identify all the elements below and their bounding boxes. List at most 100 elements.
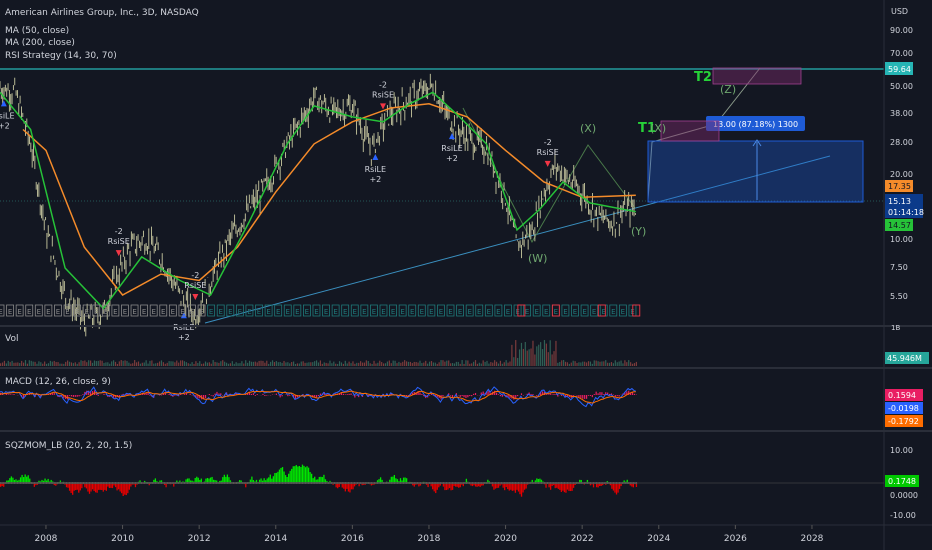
sqzmom-squeeze-dot	[102, 482, 104, 484]
sqzmom-squeeze-dot	[390, 482, 392, 484]
earnings-glyph: E	[257, 308, 261, 316]
sqzmom-squeeze-dot	[500, 482, 503, 484]
sqzmom-squeeze-dot	[549, 482, 552, 484]
earnings-glyph: E	[161, 308, 165, 316]
buy-signal-name: RsiLE	[173, 323, 194, 332]
volume-bar	[499, 360, 502, 366]
earnings-glyph: E	[448, 308, 452, 316]
sqzmom-bar	[269, 474, 271, 483]
volume-bar	[294, 363, 297, 366]
sqzmom-squeeze-dot	[84, 482, 86, 484]
sqzmom-squeeze-dot	[231, 482, 233, 484]
sqzmom-squeeze-dot	[122, 482, 124, 484]
sqzmom-squeeze-dot	[530, 482, 532, 484]
volume-bar	[518, 349, 521, 366]
sqzmom-squeeze-dot	[580, 482, 582, 484]
volume-bar	[220, 361, 222, 366]
volume-bar	[360, 361, 362, 366]
sqzmom-squeeze-dot	[206, 482, 209, 484]
sqzmom-squeeze-dot	[298, 482, 301, 484]
volume-bar	[99, 360, 101, 366]
sqzmom-squeeze-dot	[176, 482, 178, 484]
wave-zigzag[interactable]	[462, 107, 636, 244]
sqzmom-bar	[76, 483, 78, 490]
volume-bar	[630, 362, 632, 366]
sqzmom-squeeze-dot	[130, 482, 132, 484]
t2-box[interactable]	[712, 67, 802, 85]
volume-bar	[158, 361, 161, 366]
sqzmom-squeeze-dot	[482, 482, 484, 484]
sqzmom-squeeze-dot	[338, 482, 340, 484]
volume-bar	[618, 361, 620, 366]
volume-bar	[333, 361, 335, 366]
sqzmom-squeeze-dot	[91, 482, 94, 484]
volume-bar	[541, 349, 544, 366]
ma200-legend: MA (200, close)	[5, 38, 75, 48]
volume-bar	[264, 362, 266, 366]
volume-bar	[155, 363, 157, 366]
macd-histogram-bar	[561, 395, 563, 397]
sqzmom-bar	[565, 483, 567, 493]
volume-bar	[193, 363, 195, 366]
sqzmom-squeeze-dot	[569, 482, 572, 484]
buy-signal-arrow	[0, 100, 7, 107]
sqzmom-squeeze-dot	[576, 482, 578, 484]
sqzmom-squeeze-dot	[127, 482, 129, 484]
t1-box[interactable]	[660, 120, 720, 142]
volume-bar	[457, 361, 459, 366]
volume-bar	[170, 361, 172, 366]
sqzmom-bar	[93, 483, 95, 492]
volume-bar	[72, 363, 74, 366]
ma50-line[interactable]	[0, 91, 636, 310]
ma200-line[interactable]	[22, 103, 636, 296]
volume-bar	[298, 363, 300, 366]
measure-label: 13.00 (87.18%) 1300	[713, 120, 798, 129]
volume-bar	[145, 360, 147, 366]
wave-z-label: (Z)	[720, 83, 736, 96]
sqzmom-squeeze-dot	[248, 482, 250, 484]
sqzmom-squeeze-dot	[568, 482, 570, 484]
sqzmom-bar	[68, 483, 71, 491]
volume-bar	[407, 361, 410, 366]
sqzmom-bar	[116, 483, 118, 491]
sqzmom-squeeze-dot	[13, 482, 16, 484]
sqzmom-squeeze-dot	[378, 482, 380, 484]
sqzmom-squeeze-dot	[26, 482, 28, 484]
macd-histogram-bar	[287, 395, 289, 397]
sqzmom-squeeze-dot	[620, 482, 622, 484]
volume-bar	[465, 360, 467, 366]
volume-bar	[436, 363, 438, 366]
macd-histogram-bar	[68, 395, 71, 396]
sqzmom-squeeze-dot	[87, 482, 89, 484]
volume-bar	[585, 362, 588, 366]
volume-bar	[262, 360, 264, 366]
sqzmom-squeeze-dot	[65, 482, 68, 484]
volume-bar	[532, 340, 534, 366]
volume-bar	[314, 361, 316, 366]
volume-bar	[28, 360, 30, 366]
volume-bar	[120, 360, 122, 366]
sqzmom-squeeze-dot	[76, 482, 78, 484]
volume-bar	[124, 360, 126, 366]
sqzmom-squeeze-dot	[459, 482, 461, 484]
macd-histogram-bar	[204, 395, 207, 399]
buy-signal-count: +2	[0, 121, 10, 130]
volume-bar	[444, 361, 446, 366]
macd-histogram-bar	[459, 395, 461, 398]
chart-canvas[interactable]: American Airlines Group, Inc., 3D, NASDA…	[0, 0, 932, 550]
sqzmom-bar	[226, 474, 229, 483]
earnings-glyph: E	[420, 308, 424, 316]
volume-bar	[42, 363, 44, 366]
volume-bar	[430, 361, 433, 366]
volume-legend: Vol	[5, 334, 18, 344]
volume-bar	[545, 343, 547, 366]
volume-bar	[88, 360, 90, 366]
price-tick: 7.50	[890, 263, 908, 272]
last-price-text: 15.13	[888, 197, 911, 206]
sqzmom-squeeze-dot	[18, 482, 20, 484]
volume-bar	[38, 361, 40, 366]
time-axis[interactable]: 2008 2010 2012 2014 2016 2018 2020 2022 2024 2026…	[35, 525, 824, 544]
measure-box[interactable]	[647, 140, 864, 203]
sqzmom-squeeze-dot	[147, 482, 149, 484]
sell-signal-count: -2	[379, 80, 387, 89]
